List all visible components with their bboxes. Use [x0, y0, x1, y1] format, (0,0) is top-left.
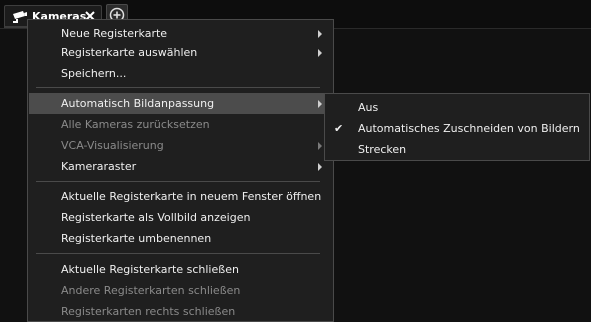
menu-item-label: VCA-Visualisierung [61, 139, 164, 152]
menu-item-label: Alle Kameras zurücksetzen [61, 118, 210, 131]
checkmark-icon: ✔ [334, 122, 344, 135]
menu-item-label: Registerkarte auswählen [61, 46, 198, 59]
chevron-right-icon [318, 142, 322, 150]
menu-item-label: Registerkarte als Vollbild anzeigen [61, 211, 251, 224]
tab-context-menu: Neue Registerkarte Registerkarte auswähl… [27, 19, 334, 322]
menu-item-label: Automatisch Bildanpassung [61, 97, 215, 110]
chevron-right-icon [318, 49, 322, 57]
menu-separator [36, 181, 320, 182]
menu-item-label: Speichern... [61, 67, 127, 80]
menu-item-label: Aktuelle Registerkarte in neuem Fenster … [61, 190, 322, 203]
menu-item-label: Kameraraster [61, 160, 137, 173]
chevron-right-icon [318, 163, 322, 171]
menu-item-neue-registerkarte[interactable]: Neue Registerkarte [29, 23, 332, 44]
menu-item-speichern[interactable]: Speichern... [29, 63, 332, 84]
submenu-item-label: Aus [358, 101, 379, 114]
chevron-right-icon [318, 100, 322, 108]
menu-item-kameraraster[interactable]: Kameraraster [29, 156, 332, 177]
menu-separator [36, 87, 320, 88]
menu-item-label: Registerkarten rechts schließen [61, 305, 236, 318]
menu-item-aktuelle-schliessen[interactable]: Aktuelle Registerkarte schließen [29, 259, 332, 280]
submenu-item-label: Strecken [358, 143, 407, 156]
menu-item-label: Neue Registerkarte [61, 27, 168, 40]
menu-item-andere-schliessen[interactable]: Andere Registerkarten schließen [29, 280, 332, 301]
bildanpassung-submenu: Aus ✔ Automatisches Zuschneiden von Bild… [324, 93, 590, 161]
menu-item-registerkarte-umbenennen[interactable]: Registerkarte umbenennen [29, 228, 332, 249]
submenu-item-aus[interactable]: Aus [326, 97, 588, 118]
submenu-item-strecken[interactable]: Strecken [326, 139, 588, 160]
chevron-right-icon [318, 30, 322, 38]
menu-item-label: Aktuelle Registerkarte schließen [61, 263, 239, 276]
menu-item-in-neuem-fenster-oeffnen[interactable]: Aktuelle Registerkarte in neuem Fenster … [29, 186, 332, 207]
menu-item-als-vollbild-anzeigen[interactable]: Registerkarte als Vollbild anzeigen [29, 207, 332, 228]
menu-separator [36, 253, 320, 254]
menu-item-vca-visualisierung[interactable]: VCA-Visualisierung [29, 135, 332, 156]
menu-item-label: Andere Registerkarten schließen [61, 284, 241, 297]
menu-item-registerkarte-auswaehlen[interactable]: Registerkarte auswählen [29, 42, 332, 63]
menu-item-label: Registerkarte umbenennen [61, 232, 212, 245]
submenu-item-label: Automatisches Zuschneiden von Bildern [358, 122, 580, 135]
submenu-item-automatisches-zuschneiden[interactable]: ✔ Automatisches Zuschneiden von Bildern [326, 118, 588, 139]
security-camera-icon [13, 11, 27, 23]
menu-item-rechts-schliessen[interactable]: Registerkarten rechts schließen [29, 301, 332, 322]
menu-item-automatisch-bildanpassung[interactable]: Automatisch Bildanpassung [29, 93, 332, 114]
menu-item-alle-kameras-zuruecksetzen[interactable]: Alle Kameras zurücksetzen [29, 114, 332, 135]
